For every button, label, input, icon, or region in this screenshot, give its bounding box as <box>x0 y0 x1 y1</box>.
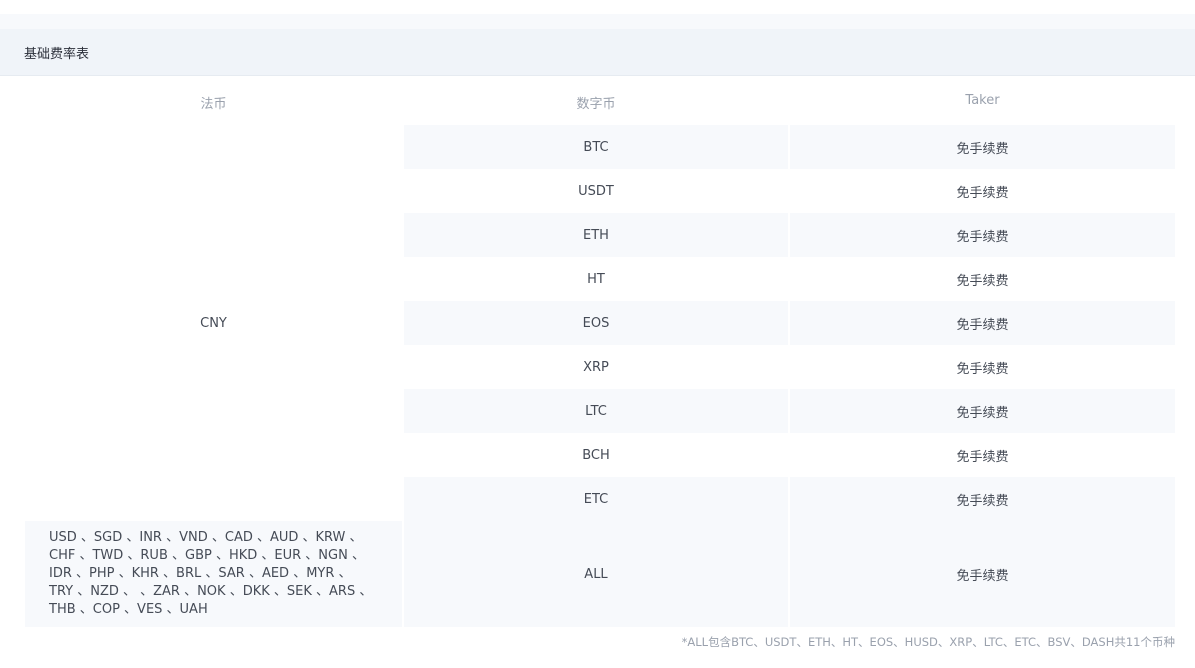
fiat-cell-other-currencies: USD 、SGD 、INR 、VND 、CAD 、AUD 、KRW 、 CHF … <box>25 521 402 627</box>
coin-cell: BTC <box>404 125 788 169</box>
fiat-list-line: THB 、COP 、VES 、UAH <box>49 602 208 617</box>
column-header-crypto: 数字币 <box>576 97 616 112</box>
taker-fee-cell: 免手续费 <box>790 301 1175 345</box>
top-strip <box>0 0 1195 14</box>
coin-cell: HT <box>587 271 605 287</box>
coin-cell-all: ALL <box>404 521 788 627</box>
coin-cell: ETH <box>404 213 788 257</box>
coin-cell: BCH <box>582 447 610 463</box>
column-header-fiat: 法币 <box>200 97 227 112</box>
coin-cell: XRP <box>583 359 609 375</box>
taker-fee-cell: 免手续费 <box>790 125 1175 169</box>
coin-cell: USDT <box>578 183 614 199</box>
fiat-list-line: CHF 、TWD 、RUB 、GBP 、HKD 、EUR 、NGN 、 <box>49 548 365 563</box>
fiat-list-line: USD 、SGD 、INR 、VND 、CAD 、AUD 、KRW 、 <box>49 530 363 545</box>
top-band <box>0 14 1195 29</box>
taker-fee-cell-all: 免手续费 <box>790 521 1175 627</box>
taker-fee-cell: 免手续费 <box>956 361 1009 377</box>
taker-fee-cell: 免手续费 <box>790 477 1175 521</box>
taker-fee-cell: 免手续费 <box>956 273 1009 289</box>
taker-fee-cell: 免手续费 <box>956 185 1009 201</box>
taker-fee-cell: 免手续费 <box>790 389 1175 433</box>
column-header-taker: Taker <box>965 93 1000 108</box>
section-title: 基础费率表 <box>24 47 90 62</box>
fiat-cell-cny: CNY <box>200 315 227 331</box>
taker-fee-cell: 免手续费 <box>790 213 1175 257</box>
taker-fee-cell: 免手续费 <box>956 449 1009 465</box>
coin-cell: EOS <box>404 301 788 345</box>
section-header: 基础费率表 <box>0 29 1195 76</box>
coin-cell: ETC <box>404 477 788 521</box>
footnote: *ALL包含BTC、USDT、ETH、HT、EOS、HUSD、XRP、LTC、E… <box>681 635 1175 649</box>
coin-cell: LTC <box>404 389 788 433</box>
fiat-list-line: IDR 、PHP 、KHR 、BRL 、SAR 、AED 、MYR 、 <box>49 566 352 581</box>
fiat-list-line: TRY 、NZD 、 、ZAR 、NOK 、DKK 、SEK 、ARS 、 <box>49 584 373 599</box>
